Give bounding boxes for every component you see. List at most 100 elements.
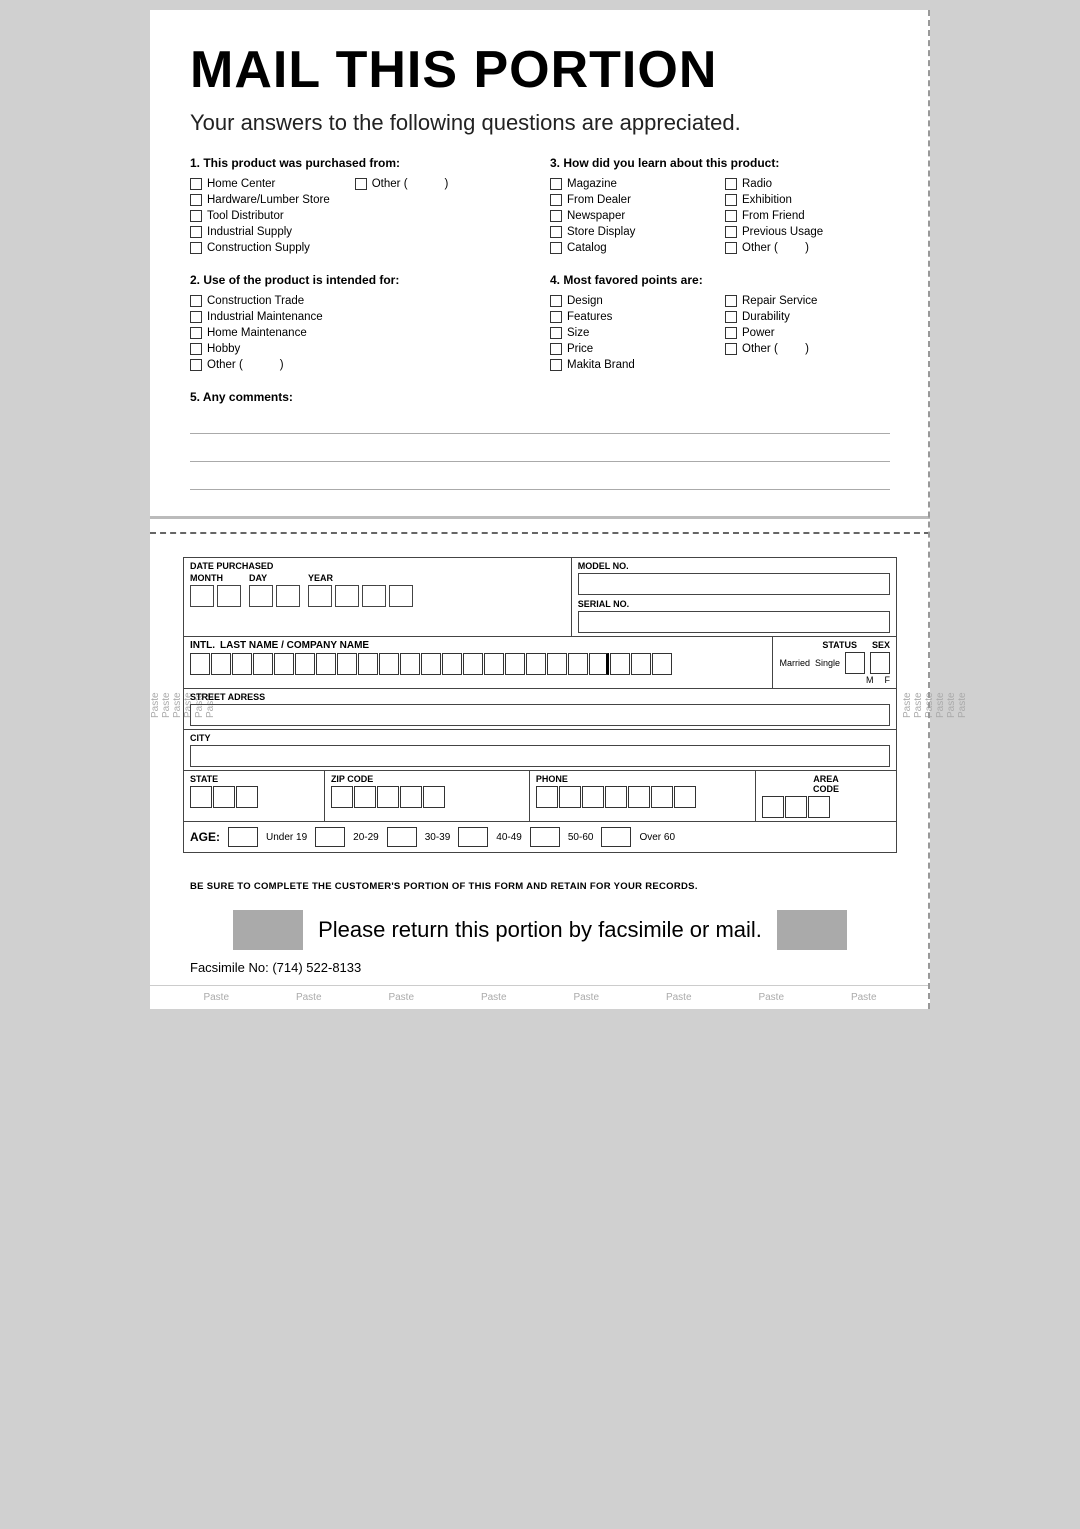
form-row-name: INTL. LAST NAME / COMPANY NAME <box>184 637 896 689</box>
state-box-2[interactable] <box>213 786 235 808</box>
year-box-1[interactable] <box>308 585 332 607</box>
phone-box[interactable] <box>674 786 696 808</box>
checkbox-icon[interactable] <box>550 242 562 254</box>
name-box[interactable] <box>337 653 357 675</box>
year-box-2[interactable] <box>335 585 359 607</box>
checkbox-icon[interactable] <box>550 359 562 371</box>
checkbox-icon[interactable] <box>725 210 737 222</box>
comment-line-2[interactable] <box>190 440 890 462</box>
checkbox-icon[interactable] <box>725 343 737 355</box>
state-box-1[interactable] <box>190 786 212 808</box>
name-box[interactable] <box>526 653 546 675</box>
checkbox-icon[interactable] <box>190 327 202 339</box>
zip-box[interactable] <box>400 786 422 808</box>
name-box[interactable] <box>442 653 462 675</box>
checkbox-icon[interactable] <box>190 194 202 206</box>
checkbox-icon[interactable] <box>725 311 737 323</box>
checkbox-icon[interactable] <box>550 295 562 307</box>
age-box-3039[interactable] <box>387 827 417 847</box>
phone-cell: PHONE <box>530 771 756 821</box>
name-box[interactable] <box>253 653 273 675</box>
area-code-box[interactable] <box>808 796 830 818</box>
day-box-1[interactable] <box>249 585 273 607</box>
serial-no-input[interactable] <box>578 611 890 633</box>
zip-box[interactable] <box>377 786 399 808</box>
checkbox-icon[interactable] <box>190 311 202 323</box>
state-box-3[interactable] <box>236 786 258 808</box>
street-input[interactable] <box>190 704 890 726</box>
status-box-m[interactable] <box>845 652 865 674</box>
zip-box[interactable] <box>354 786 376 808</box>
phone-box[interactable] <box>582 786 604 808</box>
name-box[interactable] <box>505 653 525 675</box>
q4-section: 4. Most favored points are: Design Featu… <box>550 273 890 375</box>
name-box[interactable] <box>232 653 252 675</box>
checkbox-icon[interactable] <box>550 210 562 222</box>
checkbox-icon[interactable] <box>355 178 367 190</box>
name-box[interactable] <box>295 653 315 675</box>
name-box[interactable] <box>358 653 378 675</box>
checkbox-icon[interactable] <box>190 210 202 222</box>
name-box[interactable] <box>652 653 672 675</box>
name-box[interactable] <box>400 653 420 675</box>
city-input[interactable] <box>190 745 890 767</box>
name-box[interactable] <box>379 653 399 675</box>
paste-label: Paste <box>935 692 946 718</box>
age-box-over60[interactable] <box>601 827 631 847</box>
status-box-f[interactable] <box>870 652 890 674</box>
checkbox-icon[interactable] <box>725 194 737 206</box>
checkbox-icon[interactable] <box>190 242 202 254</box>
checkbox-icon[interactable] <box>725 295 737 307</box>
name-box[interactable] <box>484 653 504 675</box>
checkbox-icon[interactable] <box>190 178 202 190</box>
area-code-box[interactable] <box>762 796 784 818</box>
year-box-3[interactable] <box>362 585 386 607</box>
name-box[interactable] <box>211 653 231 675</box>
name-box[interactable] <box>463 653 483 675</box>
year-box-4[interactable] <box>389 585 413 607</box>
name-box[interactable] <box>631 653 651 675</box>
age-box-5060[interactable] <box>530 827 560 847</box>
month-box-2[interactable] <box>217 585 241 607</box>
comment-line-3[interactable] <box>190 468 890 490</box>
age-box-2029[interactable] <box>315 827 345 847</box>
name-box-separator[interactable] <box>589 653 609 675</box>
checkbox-icon[interactable] <box>725 226 737 238</box>
day-box-2[interactable] <box>276 585 300 607</box>
checkbox-icon[interactable] <box>190 226 202 238</box>
phone-box[interactable] <box>605 786 627 808</box>
checkbox-icon[interactable] <box>725 178 737 190</box>
phone-box[interactable] <box>651 786 673 808</box>
checkbox-icon[interactable] <box>190 343 202 355</box>
checkbox-icon[interactable] <box>190 359 202 371</box>
phone-box[interactable] <box>559 786 581 808</box>
checkbox-icon[interactable] <box>550 194 562 206</box>
list-item: Radio <box>725 178 890 190</box>
checkbox-icon[interactable] <box>550 226 562 238</box>
comment-line-1[interactable] <box>190 412 890 434</box>
name-box[interactable] <box>421 653 441 675</box>
name-box[interactable] <box>274 653 294 675</box>
checkbox-icon[interactable] <box>190 295 202 307</box>
name-box[interactable] <box>547 653 567 675</box>
name-box[interactable] <box>190 653 210 675</box>
checkbox-icon[interactable] <box>725 327 737 339</box>
age-box-under19[interactable] <box>228 827 258 847</box>
name-box[interactable] <box>568 653 588 675</box>
name-box[interactable] <box>316 653 336 675</box>
checkbox-icon[interactable] <box>550 327 562 339</box>
area-code-box[interactable] <box>785 796 807 818</box>
name-box[interactable] <box>610 653 630 675</box>
zip-box[interactable] <box>423 786 445 808</box>
model-no-input[interactable] <box>578 573 890 595</box>
checkbox-icon[interactable] <box>550 178 562 190</box>
month-box-1[interactable] <box>190 585 214 607</box>
checkbox-icon[interactable] <box>725 242 737 254</box>
age-box-4049[interactable] <box>458 827 488 847</box>
checkbox-icon[interactable] <box>550 311 562 323</box>
q5-title: 5. Any comments: <box>190 390 890 404</box>
checkbox-icon[interactable] <box>550 343 562 355</box>
phone-box[interactable] <box>628 786 650 808</box>
phone-box[interactable] <box>536 786 558 808</box>
zip-box[interactable] <box>331 786 353 808</box>
